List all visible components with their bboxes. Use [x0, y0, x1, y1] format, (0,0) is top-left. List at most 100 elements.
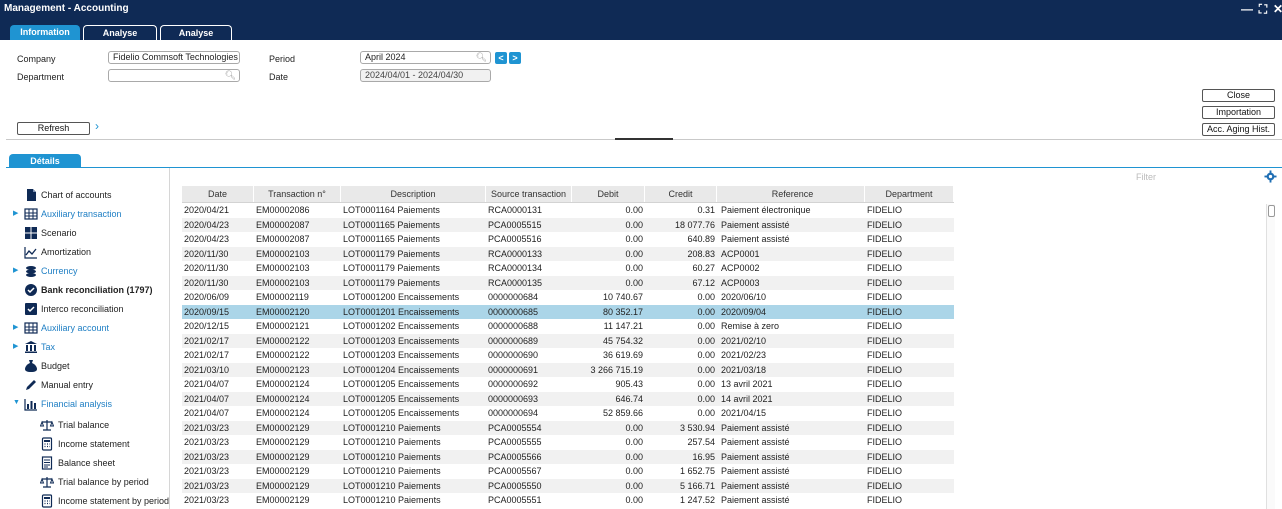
sidebar-item-auxiliary-transaction[interactable]: ▶ Auxiliary transaction — [9, 205, 169, 223]
expand-arrow-icon[interactable]: ▶ — [13, 266, 18, 274]
table-row[interactable]: 2021/04/07 EM00002124 LOT0001205 Encaissem… — [182, 391, 954, 406]
cell-department: FIDELIO — [867, 393, 903, 404]
sidebar-item-scenario[interactable]: Scenario — [9, 224, 169, 242]
cell-transaction: EM00002129 — [256, 437, 310, 447]
cell-date: 2021/02/17 — [184, 350, 230, 360]
cell-date: 2020/09/15 — [184, 306, 230, 317]
tab-information[interactable]: Information — [10, 25, 80, 40]
sidebar-item-label: Chart of accounts — [41, 190, 112, 200]
period-field[interactable]: April 2024 🔍︎ — [360, 51, 491, 64]
department-field[interactable]: 🔍︎ — [108, 69, 240, 82]
cell-description: LOT0001200 Encaissements — [343, 292, 460, 302]
column-header-reference[interactable]: Reference — [717, 186, 865, 202]
gear-icon[interactable] — [1264, 170, 1277, 183]
next-period-button[interactable]: > — [509, 52, 521, 64]
table-row[interactable]: 2020/04/23 EM00002087 LOT0001165 Paiements… — [182, 232, 954, 247]
vertical-scrollbar[interactable] — [1266, 204, 1275, 509]
cell-source-transaction: RCA0000131 — [488, 205, 543, 215]
filter-input[interactable]: Filter — [1136, 172, 1156, 182]
table-row[interactable]: 2020/11/30 EM00002103 LOT0001179 Paiements… — [182, 261, 954, 276]
collapse-arrow-icon[interactable]: ▼ — [13, 399, 20, 406]
sidebar-item-amortization[interactable]: Amortization — [9, 243, 169, 261]
cell-credit: 1 247.52 — [679, 495, 715, 505]
table-row[interactable]: 2021/04/07 EM00002124 LOT0001205 Encaissem… — [182, 377, 954, 392]
table-row[interactable]: 2021/04/07 EM00002124 LOT0001205 Encaissem… — [182, 406, 954, 421]
column-header-date[interactable]: Date — [182, 186, 254, 202]
sidebar-item-currency[interactable]: ▶ Currency — [9, 262, 169, 280]
chevron-right-icon[interactable]: › — [95, 119, 99, 133]
cell-description: LOT0001205 Encaissements — [343, 408, 460, 418]
cell-credit: 5 166.71 — [679, 480, 715, 491]
table-row[interactable]: 2020/09/15 EM00002120 LOT0001201 Encaissem… — [182, 304, 954, 319]
cell-credit: 257.54 — [687, 437, 715, 447]
sidebar-item-financial-analysis[interactable]: ▼ Financial analysis — [9, 395, 169, 413]
expand-arrow-icon[interactable]: ▶ — [13, 342, 18, 350]
sidebar-subitem-income-statement-by-period[interactable]: Income statement by period — [9, 492, 169, 509]
scrollbar-thumb[interactable] — [1268, 205, 1275, 217]
column-header-debit[interactable]: Debit — [572, 186, 645, 202]
sidebar-subitem-trial-balance[interactable]: Trial balance — [9, 416, 169, 434]
acc-aging-hist-button[interactable]: Acc. Aging Hist. — [1202, 123, 1275, 136]
expand-arrow-icon[interactable]: ▶ — [13, 323, 18, 331]
company-field[interactable]: Fidelio Commsoft Technologies — [108, 51, 240, 64]
maximize-icon[interactable]: ⛶ — [1256, 2, 1270, 16]
cell-transaction: EM00002103 — [256, 277, 310, 288]
sidebar-subitem-trial-balance-by-period[interactable]: Trial balance by period — [9, 473, 169, 491]
table-row[interactable]: 2021/03/23 EM00002129 LOT0001210 Paiements… — [182, 478, 954, 493]
table-row[interactable]: 2021/02/17 EM00002122 LOT0001203 Encaissem… — [182, 348, 954, 363]
cell-transaction: EM00002124 — [256, 408, 310, 418]
table-row[interactable]: 2021/02/17 EM00002122 LOT0001203 Encaissem… — [182, 333, 954, 348]
cell-reference: 14 avril 2021 — [721, 393, 773, 404]
refresh-button[interactable]: Refresh — [17, 122, 90, 135]
column-header-credit[interactable]: Credit — [645, 186, 717, 202]
cell-date: 2021/03/23 — [184, 495, 230, 505]
column-header-source-transaction[interactable]: Source transaction — [486, 186, 572, 202]
sidebar-item-manual-entry[interactable]: Manual entry — [9, 376, 169, 394]
table-row[interactable]: 2021/03/10 EM00002123 LOT0001204 Encaissem… — [182, 362, 954, 377]
tab-details[interactable]: Détails — [9, 154, 81, 168]
search-icon[interactable]: 🔍︎ — [476, 52, 487, 63]
cell-department: FIDELIO — [867, 451, 903, 462]
sidebar-item-chart-of-accounts[interactable]: Chart of accounts — [9, 186, 169, 204]
sidebar-item-label: Scenario — [41, 228, 77, 238]
table-row[interactable]: 2020/12/15 EM00002121 LOT0001202 Encaissem… — [182, 319, 954, 334]
close-icon[interactable]: ✕ — [1271, 2, 1282, 16]
close-button[interactable]: Close — [1202, 89, 1275, 102]
panel-splitter-handle[interactable] — [615, 138, 673, 140]
cell-description: LOT0001210 Paiements — [343, 495, 441, 505]
table-row[interactable]: 2020/04/21 EM00002086 LOT0001164 Paiements… — [182, 203, 954, 218]
column-header-department[interactable]: Department — [865, 186, 954, 202]
previous-period-button[interactable]: < — [495, 52, 507, 64]
sidebar-item-auxiliary-account[interactable]: ▶ Auxiliary account — [9, 319, 169, 337]
cell-reference: Remise à zero — [721, 321, 780, 331]
minimize-icon[interactable]: — — [1240, 2, 1254, 16]
information-panel: Company Fidelio Commsoft Technologies De… — [6, 40, 1282, 140]
table-row[interactable]: 2021/03/23 EM00002129 LOT0001210 Paiements… — [182, 449, 954, 464]
column-header-description[interactable]: Description — [341, 186, 486, 202]
cell-department: FIDELIO — [867, 480, 903, 491]
table-row[interactable]: 2020/06/09 EM00002119 LOT0001200 Encaissem… — [182, 290, 954, 305]
table-row[interactable]: 2021/03/23 EM00002129 LOT0001210 Paiements… — [182, 435, 954, 450]
cell-reference: ACP0002 — [721, 263, 760, 273]
tab-analyse-financiere[interactable]: Analyse financière — [83, 25, 157, 53]
table-row[interactable]: 2020/04/23 EM00002087 LOT0001165 Paiements… — [182, 217, 954, 232]
table-row[interactable]: 2020/11/30 EM00002103 LOT0001179 Paiements… — [182, 275, 954, 290]
sidebar-item-interco-reconciliation[interactable]: Interco reconciliation — [9, 300, 169, 318]
cell-debit: 0.00 — [625, 466, 643, 476]
table-row[interactable]: 2021/03/23 EM00002129 LOT0001210 Paiements… — [182, 420, 954, 435]
importation-button[interactable]: Importation — [1202, 106, 1275, 119]
table-row[interactable]: 2021/03/23 EM00002129 LOT0001210 Paiements… — [182, 464, 954, 479]
column-header-transaction[interactable]: Transaction n° — [254, 186, 341, 202]
sidebar-subitem-income-statement[interactable]: Income statement — [9, 435, 169, 453]
sidebar-item-budget[interactable]: Budget — [9, 357, 169, 375]
search-icon[interactable]: 🔍︎ — [225, 70, 236, 81]
expand-arrow-icon[interactable]: ▶ — [13, 209, 18, 217]
sidebar-item-tax[interactable]: ▶ Tax — [9, 338, 169, 356]
cell-reference: 2021/02/23 — [721, 350, 767, 360]
sidebar-item-bank-reconciliation[interactable]: Bank reconciliation (1797) — [9, 281, 169, 299]
cell-description: LOT0001210 Paiements — [343, 466, 441, 476]
table-row[interactable]: 2021/03/23 EM00002129 LOT0001210 Paiements… — [182, 493, 954, 508]
sidebar-subitem-balance-sheet[interactable]: Balance sheet — [9, 454, 169, 472]
tab-analyse[interactable]: Analyse — [160, 25, 232, 40]
table-row[interactable]: 2020/11/30 EM00002103 LOT0001179 Paiements… — [182, 246, 954, 261]
